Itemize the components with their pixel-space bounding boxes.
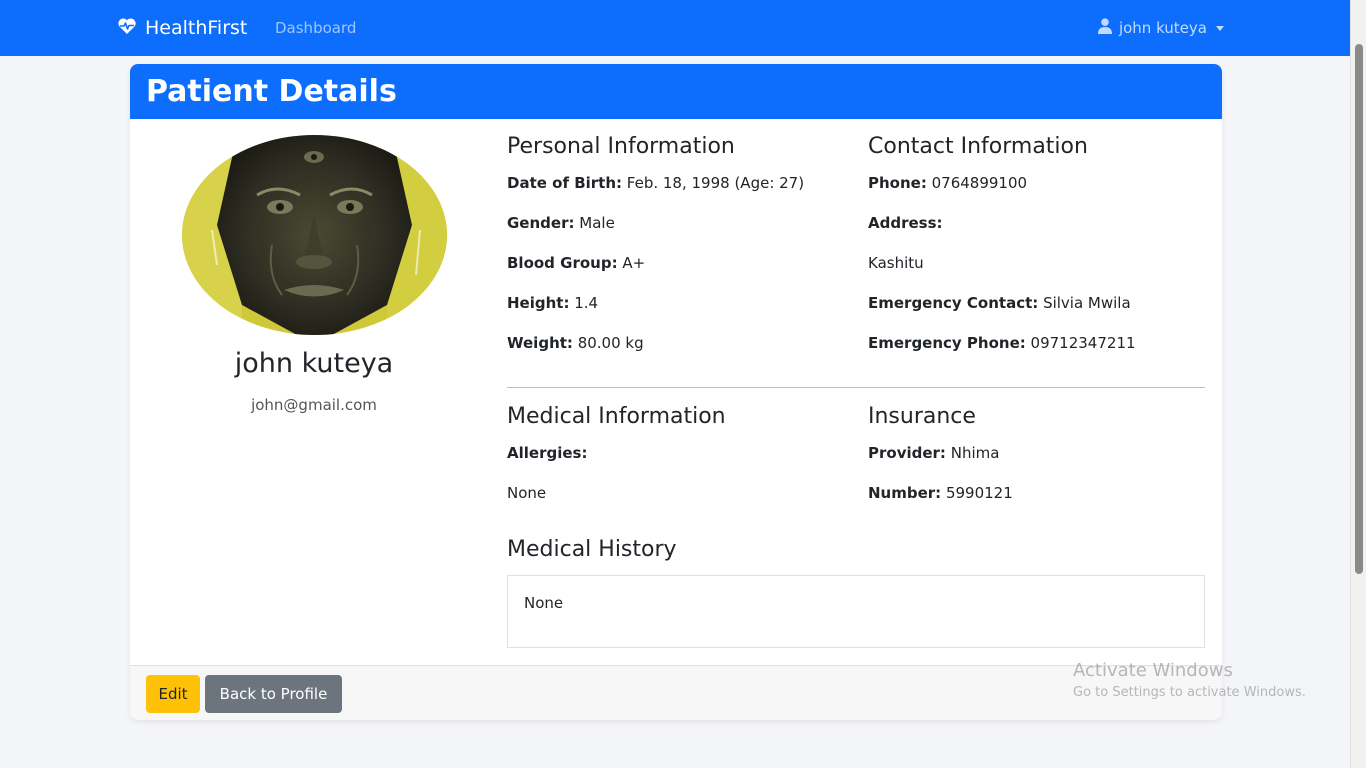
- insurance-provider-value: Nhima: [950, 444, 1000, 462]
- insurance-provider-label: Provider:: [868, 444, 946, 462]
- height-value: 1.4: [574, 294, 599, 312]
- height-field: Height: 1.4: [507, 294, 598, 312]
- medical-history-box: None: [507, 575, 1205, 648]
- phone-value: 0764899100: [931, 174, 1028, 192]
- patient-details-card: Patient Details john kuteya john@gmail.c…: [130, 64, 1222, 720]
- user-icon: [1097, 18, 1112, 38]
- height-label: Height:: [507, 294, 570, 312]
- emergency-contact-label: Emergency Contact:: [868, 294, 1039, 312]
- insurance-number-value: 5990121: [945, 484, 1013, 502]
- gender-value: Male: [579, 214, 615, 232]
- blood-group-value: A+: [622, 254, 646, 272]
- insurance-number-field: Number: 5990121: [868, 484, 1013, 502]
- patient-name: john kuteya: [234, 348, 394, 379]
- weight-label: Weight:: [507, 334, 573, 352]
- emergency-contact-value: Silvia Mwila: [1043, 294, 1131, 312]
- dob-value: Feb. 18, 1998 (Age: 27): [626, 174, 805, 192]
- insurance-heading: Insurance: [868, 404, 976, 429]
- address-value: Kashitu: [868, 254, 924, 272]
- weight-value: 80.00 kg: [577, 334, 644, 352]
- weight-field: Weight: 80.00 kg: [507, 334, 644, 352]
- activation-watermark: Activate Windows Go to Settings to activ…: [1073, 660, 1306, 700]
- scrollbar-thumb[interactable]: [1355, 44, 1363, 574]
- patient-email: john@gmail.com: [251, 396, 377, 414]
- page-scrollbar[interactable]: [1350, 0, 1366, 768]
- dob-label: Date of Birth:: [507, 174, 623, 192]
- emergency-contact-field: Emergency Contact: Silvia Mwila: [868, 294, 1131, 312]
- gender-field: Gender: Male: [507, 214, 615, 232]
- card-footer: Edit Back to Profile: [130, 665, 1222, 720]
- user-name: john kuteya: [1118, 19, 1207, 37]
- emergency-phone-value: 09712347211: [1030, 334, 1136, 352]
- user-menu-dropdown[interactable]: john kuteya: [1097, 0, 1224, 56]
- medical-history-heading: Medical History: [507, 537, 677, 562]
- gender-label: Gender:: [507, 214, 575, 232]
- blood-group-field: Blood Group: A+: [507, 254, 645, 272]
- edit-button[interactable]: Edit: [146, 675, 200, 713]
- address-label: Address:: [868, 214, 943, 232]
- allergies-field: Allergies:: [507, 444, 587, 462]
- medical-history-value: None: [524, 594, 564, 612]
- dob-field: Date of Birth: Feb. 18, 1998 (Age: 27): [507, 174, 804, 192]
- nav-link-dashboard[interactable]: Dashboard: [275, 0, 356, 56]
- phone-label: Phone:: [868, 174, 927, 192]
- emergency-phone-label: Emergency Phone:: [868, 334, 1026, 352]
- phone-field: Phone: 0764899100: [868, 174, 1027, 192]
- patient-avatar: [182, 135, 447, 335]
- personal-info-heading: Personal Information: [507, 134, 735, 159]
- watermark-title: Activate Windows: [1073, 660, 1233, 681]
- page-title: Patient Details: [130, 64, 1222, 119]
- navbar: HealthFirst Dashboard john kuteya: [0, 0, 1350, 56]
- allergies-label: Allergies:: [507, 444, 588, 462]
- allergies-value: None: [507, 484, 547, 502]
- chevron-down-icon: [1216, 25, 1224, 31]
- medical-info-heading: Medical Information: [507, 404, 726, 429]
- watermark-subtitle: Go to Settings to activate Windows.: [1073, 685, 1306, 700]
- section-divider: [507, 387, 1205, 388]
- emergency-phone-field: Emergency Phone: 09712347211: [868, 334, 1136, 352]
- insurance-number-label: Number:: [868, 484, 942, 502]
- brand-link[interactable]: HealthFirst: [117, 0, 247, 56]
- blood-group-label: Blood Group:: [507, 254, 618, 272]
- contact-info-heading: Contact Information: [868, 134, 1088, 159]
- brand-name: HealthFirst: [145, 17, 248, 39]
- heart-pulse-icon: [117, 16, 137, 41]
- back-to-profile-button[interactable]: Back to Profile: [205, 675, 342, 713]
- insurance-provider-field: Provider: Nhima: [868, 444, 999, 462]
- address-field: Address:: [868, 214, 943, 232]
